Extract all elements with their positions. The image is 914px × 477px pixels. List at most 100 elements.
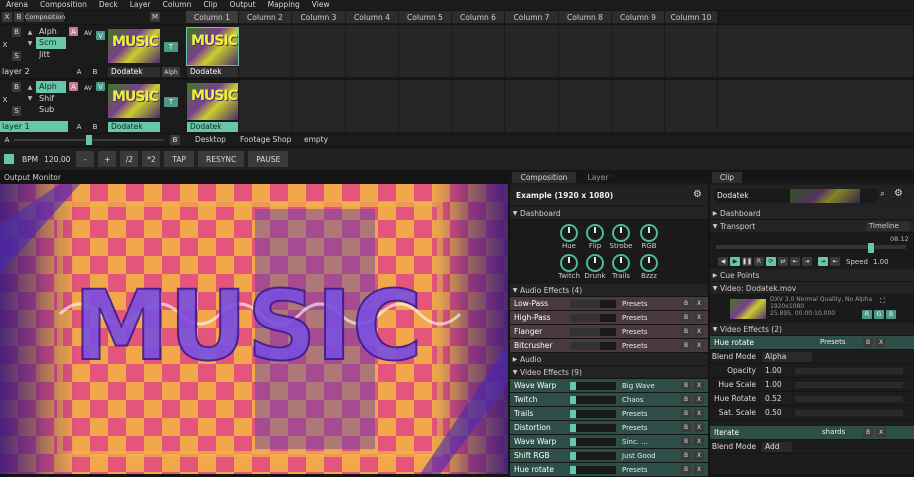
- effect-slider[interactable]: [570, 327, 616, 336]
- iterate-presets[interactable]: shards: [822, 428, 845, 436]
- transport-section[interactable]: ▼ Transport Timeline: [710, 220, 914, 233]
- remove-button[interactable]: X: [694, 299, 704, 308]
- layer-2-blend-mode[interactable]: Alph: [162, 67, 180, 77]
- knob-twitch[interactable]: Twitch: [556, 254, 582, 280]
- preset-dropdown[interactable]: Presets: [622, 410, 678, 418]
- effect-slider[interactable]: [570, 395, 616, 404]
- layer-2-audio-button[interactable]: A: [69, 27, 78, 36]
- play-icon[interactable]: ▶: [730, 257, 740, 266]
- effect-slider[interactable]: [570, 409, 616, 418]
- menu-view[interactable]: View: [306, 0, 336, 10]
- layer-2-clip-7[interactable]: [505, 25, 559, 78]
- audio-effect-row[interactable]: Low-Pass Presets B X: [510, 297, 708, 311]
- video-effect-row[interactable]: Twitch Chaos B X: [510, 393, 708, 407]
- effect-slider[interactable]: [570, 313, 616, 322]
- tab-layer[interactable]: Layer: [578, 172, 618, 183]
- knob-trails[interactable]: Trails: [608, 254, 634, 280]
- layer-2-av-button[interactable]: AV: [81, 29, 95, 38]
- layer-2-clip-4[interactable]: [346, 25, 399, 78]
- bpm-plus-button[interactable]: +: [98, 151, 117, 167]
- timeline-track[interactable]: [716, 245, 906, 249]
- composition-label[interactable]: Composition: [25, 12, 65, 22]
- iterate-blend-mode-dropdown[interactable]: Add: [762, 441, 792, 452]
- tab-composition[interactable]: Composition: [512, 172, 576, 183]
- gear-icon[interactable]: ⚙: [693, 189, 702, 200]
- resync-button[interactable]: RESYNC: [198, 151, 245, 167]
- layer-1-clip-8[interactable]: [559, 80, 612, 133]
- bypass-button[interactable]: B: [681, 423, 691, 432]
- crossfader-handle[interactable]: [86, 135, 92, 145]
- bypass-button[interactable]: B: [681, 395, 691, 404]
- preset-dropdown[interactable]: Presets: [622, 300, 678, 308]
- layer-1-name[interactable]: layer 1: [0, 121, 68, 132]
- bypass-button[interactable]: B: [681, 465, 691, 474]
- layer-2-a-crossfade[interactable]: A: [74, 67, 84, 77]
- layer-2-clip-9[interactable]: [612, 25, 665, 78]
- remove-button[interactable]: X: [694, 451, 704, 460]
- deck-tab-empty[interactable]: empty: [304, 134, 328, 146]
- x-button[interactable]: X: [2, 12, 12, 22]
- layer-1-a-crossfade[interactable]: A: [74, 122, 84, 132]
- effect-slider[interactable]: [570, 341, 616, 350]
- layer-1-transition-button[interactable]: T: [164, 97, 178, 107]
- layer-1-bypass-button[interactable]: B: [12, 82, 21, 92]
- menu-column[interactable]: Column: [157, 0, 198, 10]
- layer-2-solo-button[interactable]: S: [12, 51, 21, 61]
- effect-slider[interactable]: [570, 299, 616, 308]
- layer-2-effect-2[interactable]: Scrn: [36, 37, 66, 49]
- pause-button[interactable]: PAUSE: [248, 151, 289, 167]
- bypass-button[interactable]: B: [681, 341, 691, 350]
- sat-scale-value[interactable]: 0.50: [762, 407, 792, 418]
- menu-deck[interactable]: Deck: [93, 0, 124, 10]
- layer-1-clip-3[interactable]: [292, 80, 346, 133]
- layer-2-clip-10[interactable]: [665, 25, 718, 78]
- audio-section[interactable]: ▶ Audio: [510, 353, 708, 366]
- bpm-value[interactable]: 120.00: [42, 151, 72, 167]
- effect-slider[interactable]: [570, 437, 616, 446]
- layer-1-clear-button[interactable]: X: [0, 90, 10, 110]
- bypass-button[interactable]: B: [681, 451, 691, 460]
- iterate-bypass-button[interactable]: B: [863, 428, 873, 437]
- bpm-half-button[interactable]: /2: [120, 151, 139, 167]
- remove-button[interactable]: X: [694, 409, 704, 418]
- speed-value[interactable]: 1.00: [873, 258, 889, 266]
- video-effect-row[interactable]: Distortion Presets B X: [510, 421, 708, 435]
- layer-2-clip-1[interactable]: MUSIC: [186, 27, 239, 66]
- timeline-dropdown[interactable]: Timeline: [866, 222, 910, 231]
- menu-arena[interactable]: Arena: [0, 0, 34, 10]
- video-file-section[interactable]: ▼ Video: Dodatek.mov: [710, 282, 914, 295]
- hue-rotate-value[interactable]: 0.52: [762, 393, 792, 404]
- remove-button[interactable]: X: [694, 313, 704, 322]
- remove-button[interactable]: X: [694, 341, 704, 350]
- blend-mode-dropdown[interactable]: Alpha: [762, 351, 812, 362]
- layer-2-name[interactable]: layer 2: [2, 67, 68, 77]
- skip-back-icon[interactable]: ⇤: [790, 257, 800, 266]
- column-header-4[interactable]: Column 4: [346, 11, 399, 23]
- blue-channel-button[interactable]: B: [886, 310, 896, 319]
- column-header-1[interactable]: Column 1: [186, 11, 239, 23]
- layer-2-effect-1[interactable]: Alph: [36, 26, 66, 37]
- cue-out-icon[interactable]: ⇤: [830, 257, 840, 266]
- preset-dropdown[interactable]: Just Good: [622, 452, 678, 460]
- iterate-remove-button[interactable]: X: [876, 428, 886, 437]
- preset-dropdown[interactable]: Presets: [622, 328, 678, 336]
- play-reverse-icon[interactable]: ◀: [718, 257, 728, 266]
- audio-effects-section[interactable]: ▼ Audio Effects (4): [510, 284, 708, 297]
- video-effect-row[interactable]: Wave Warp Sinc. ... B X: [510, 435, 708, 449]
- layer-1-effect-2[interactable]: Shif: [36, 93, 66, 104]
- knob-flip[interactable]: Flip: [582, 224, 608, 250]
- search-icon[interactable]: ⌕: [880, 189, 885, 199]
- layer-1-clip-4[interactable]: [346, 80, 399, 133]
- layer-2-transition-button[interactable]: T: [164, 42, 178, 52]
- column-header-8[interactable]: Column 8: [559, 11, 612, 23]
- column-header-2[interactable]: Column 2: [239, 11, 292, 23]
- preset-dropdown[interactable]: Presets: [622, 314, 678, 322]
- tab-clip[interactable]: Clip: [712, 172, 742, 183]
- effect-slider[interactable]: [570, 465, 616, 474]
- remove-button[interactable]: X: [694, 327, 704, 336]
- hue-rotate-slider[interactable]: [795, 395, 903, 402]
- layer-1-clip-7[interactable]: [505, 80, 559, 133]
- cue-in-icon[interactable]: ⇥: [818, 257, 828, 266]
- layer-2-b-crossfade[interactable]: B: [90, 67, 100, 77]
- bypass-button[interactable]: B: [14, 12, 24, 22]
